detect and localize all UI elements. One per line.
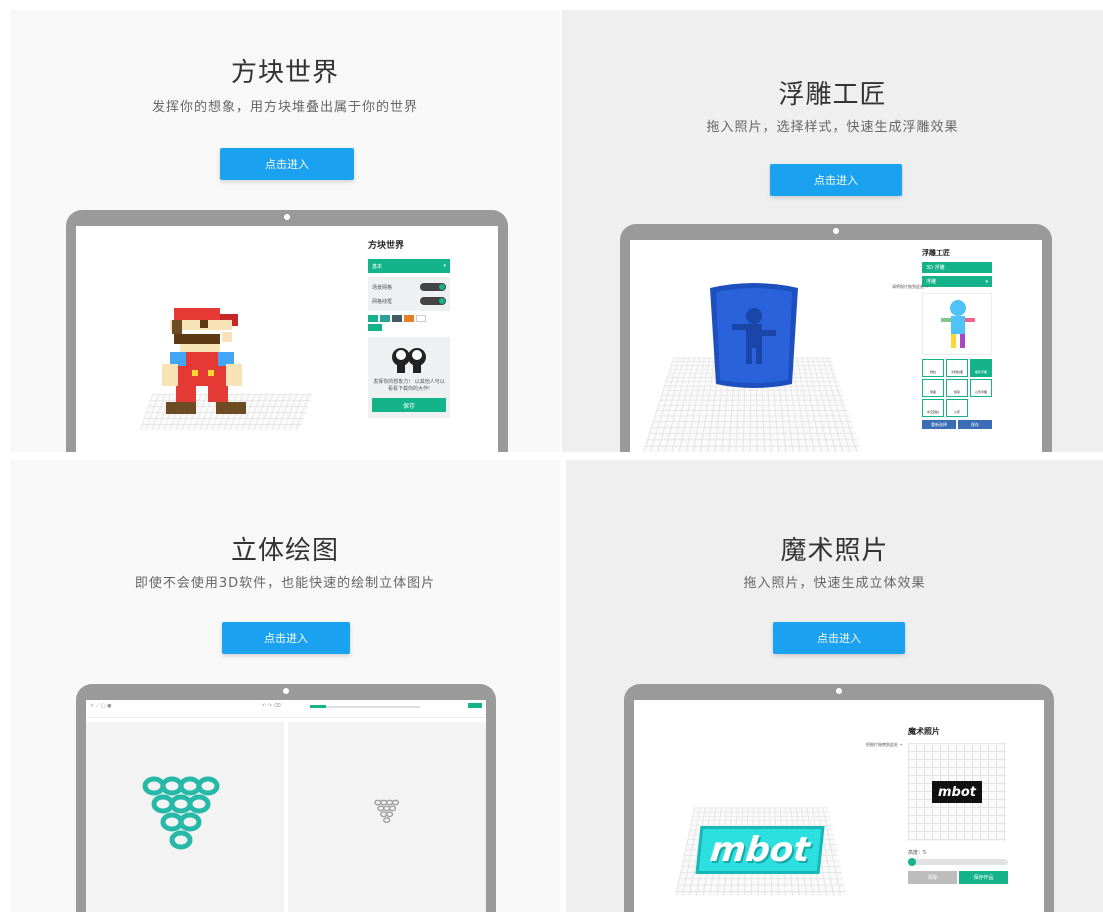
settings-box: 场景网格 网格线框 [368, 277, 450, 311]
laptop-camera [284, 214, 290, 220]
enter-block-world-button[interactable]: 点击进入 [220, 148, 354, 180]
action-row: 清除 保存作品 [908, 871, 1008, 884]
color-swatch[interactable] [416, 315, 426, 322]
color-swatch[interactable] [404, 315, 414, 322]
wireframe-toggle[interactable] [420, 297, 446, 305]
relief-craftsman-panel: 浮雕工匠 拖入照片，选择样式，快速生成浮雕效果 点击进入 浮雕工匠 3D 浮雕 … [562, 10, 1103, 452]
setting-label: 网格线框 [372, 298, 393, 305]
height-label: 高度：5 [908, 850, 927, 856]
undo-redo-icons[interactable]: ↶ ↷ ⌫ [262, 703, 281, 709]
style-dropdown[interactable]: 浮雕 ▾ [922, 276, 992, 287]
slider-fill [310, 705, 326, 708]
app-preview-screen: mbot 魔术照片 把图片拖拽到此处 → mbot 高度：5 清除 保存作品 [634, 700, 1044, 912]
brain-icon [392, 348, 426, 373]
mbot-logo-image: mbot [932, 781, 982, 803]
app-side-panel: 方块世界 基本 ▾ 场景网格 网格线框 发挥你的想象力！ 以其他人可以看看下载你… [368, 238, 450, 418]
stereo-drawing-panel: 立体绘图 即使不会使用3D软件，也能快速的绘制立体图片 点击进入 ✎ ⟋ ▢ ●… [10, 460, 560, 912]
setting-label: 场景网格 [372, 284, 393, 291]
height-slider[interactable] [908, 858, 1008, 866]
save-button[interactable]: 保存 [958, 420, 992, 429]
hint-box: 发挥你的想象力！ 以其他人可以看看下载你的大作! 保存 [368, 337, 450, 418]
panel-subtitle: 即使不会使用3D软件，也能快速的绘制立体图片 [134, 576, 436, 591]
laptop-mockup: 方块世界 基本 ▾ 场景网格 网格线框 发挥你的想象力！ 以其他人可以看看下载你… [66, 210, 508, 452]
color-palette [368, 315, 450, 322]
style-option[interactable]: 圆柱 [922, 359, 944, 377]
logo-text: mbot [938, 784, 976, 800]
mode-bar[interactable]: 3D 浮雕 [922, 262, 992, 273]
style-option[interactable]: 半圆柱面 [946, 359, 968, 377]
voxel-character-image [162, 308, 246, 414]
chevron-down-icon: ▾ [985, 278, 988, 285]
relief-model-image [710, 283, 798, 388]
panel-subtitle: 发挥你的想象，用方块堆叠出属于你的世界 [151, 100, 418, 115]
style-option[interactable]: 心形 [946, 399, 968, 417]
style-grid: 圆柱 半圆柱面 桶形浮雕 球面 框架 心形浮雕 中空圆柱 心形 [922, 359, 992, 417]
clear-button[interactable]: 清除 [908, 871, 957, 884]
toolbar: ✎ ⟋ ▢ ● ↶ ↷ ⌫ [86, 700, 486, 718]
app-side-panel: 浮雕工匠 3D 浮雕 浮雕 ▾ 请将照片拖到此处 → 圆柱 半圆柱面 桶形浮雕 … [892, 248, 992, 429]
magic-photo-panel: 魔术照片 拖入照片，快速生成立体效果 点击进入 mbot 魔术照片 把图片拖拽到… [566, 460, 1103, 912]
laptop-camera [833, 228, 839, 234]
rings-model-image [142, 776, 220, 850]
app-title: 方块世界 [368, 241, 405, 251]
color-swatch[interactable] [368, 315, 378, 322]
scene-grid-toggle[interactable] [420, 283, 446, 291]
rings-outline-image [374, 799, 400, 824]
laptop-mockup: mbot 魔术照片 把图片拖拽到此处 → mbot 高度：5 清除 保存作品 [624, 684, 1054, 912]
mode-label: 3D 浮雕 [926, 265, 945, 271]
enter-magic-photo-button[interactable]: 点击进入 [773, 622, 905, 654]
save-work-button[interactable]: 保存作品 [959, 871, 1008, 884]
save-button[interactable]: 保存 [372, 398, 446, 412]
setting-row: 场景网格 [372, 281, 446, 293]
reselect-button[interactable]: 重新选择 [922, 420, 956, 429]
app-preview-screen: ✎ ⟋ ▢ ● ↶ ↷ ⌫ [86, 700, 486, 912]
setting-row: 网格线框 [372, 295, 446, 307]
action-row: 重新选择 保存 [922, 420, 992, 429]
panel-subtitle: 拖入照片，选择样式，快速生成浮雕效果 [706, 120, 959, 135]
style-option[interactable]: 框架 [946, 379, 968, 397]
photo-dropzone[interactable]: mbot [908, 743, 1006, 841]
style-option[interactable]: 球面 [922, 379, 944, 397]
chevron-down-icon: ▾ [443, 263, 446, 269]
hint-text: 发挥你的想象力！ 以其他人可以看看下载你的大作! [373, 379, 445, 392]
app-title: 浮雕工匠 [922, 249, 950, 257]
panel-title: 浮雕工匠 [778, 80, 887, 110]
drawing-canvas[interactable] [86, 722, 284, 912]
drop-label: 请将照片拖到此处 → [892, 284, 929, 289]
color-swatch[interactable] [380, 315, 390, 322]
slider-handle[interactable] [908, 858, 916, 866]
laptop-camera [836, 688, 842, 694]
panel-title: 立体绘图 [230, 536, 339, 566]
enter-relief-button[interactable]: 点击进入 [770, 164, 902, 196]
laptop-mockup: 浮雕工匠 3D 浮雕 浮雕 ▾ 请将照片拖到此处 → 圆柱 半圆柱面 桶形浮雕 … [620, 224, 1052, 452]
style-option[interactable]: 中空圆柱 [922, 399, 944, 417]
panel-title: 方块世界 [230, 58, 339, 88]
style-option[interactable]: 心形浮雕 [970, 379, 992, 397]
photo-dropzone[interactable] [922, 293, 992, 355]
robot-photo-image [941, 300, 975, 348]
mbot-3d-model: mbot [695, 826, 825, 874]
dropdown-label: 基本 [372, 263, 383, 270]
app-side-panel: 魔术照片 把图片拖拽到此处 → mbot 高度：5 清除 保存作品 [866, 726, 1008, 884]
enter-drawing-button[interactable]: 点击进入 [222, 622, 350, 654]
block-world-panel: 方块世界 发挥你的想象，用方块堆叠出属于你的世界 点击进入 方块世界 基本 ▾ … [10, 10, 560, 452]
laptop-camera [283, 688, 289, 694]
laptop-mockup: ✎ ⟋ ▢ ● ↶ ↷ ⌫ [76, 684, 496, 912]
progress-slider[interactable] [310, 706, 420, 708]
save-button[interactable] [468, 703, 482, 708]
panel-subtitle: 拖入照片，快速生成立体效果 [743, 576, 926, 591]
tool-icons[interactable]: ✎ ⟋ ▢ ● [90, 703, 112, 709]
color-swatch[interactable] [368, 324, 382, 331]
preview-canvas[interactable] [288, 722, 486, 912]
app-preview-screen: 方块世界 基本 ▾ 场景网格 网格线框 发挥你的想象力！ 以其他人可以看看下载你… [76, 226, 498, 452]
feature-grid: 方块世界 发挥你的想象，用方块堆叠出属于你的世界 点击进入 方块世界 基本 ▾ … [0, 0, 1103, 912]
panel-title: 魔术照片 [780, 536, 889, 566]
style-option[interactable]: 桶形浮雕 [970, 359, 992, 377]
color-swatch[interactable] [392, 315, 402, 322]
drop-label: 把图片拖拽到此处 → [866, 742, 903, 747]
mode-dropdown[interactable]: 基本 ▾ [368, 259, 450, 273]
model-logo-text: mbot [708, 830, 812, 870]
app-preview-screen: 浮雕工匠 3D 浮雕 浮雕 ▾ 请将照片拖到此处 → 圆柱 半圆柱面 桶形浮雕 … [630, 240, 1042, 452]
app-title: 魔术照片 [908, 727, 940, 736]
